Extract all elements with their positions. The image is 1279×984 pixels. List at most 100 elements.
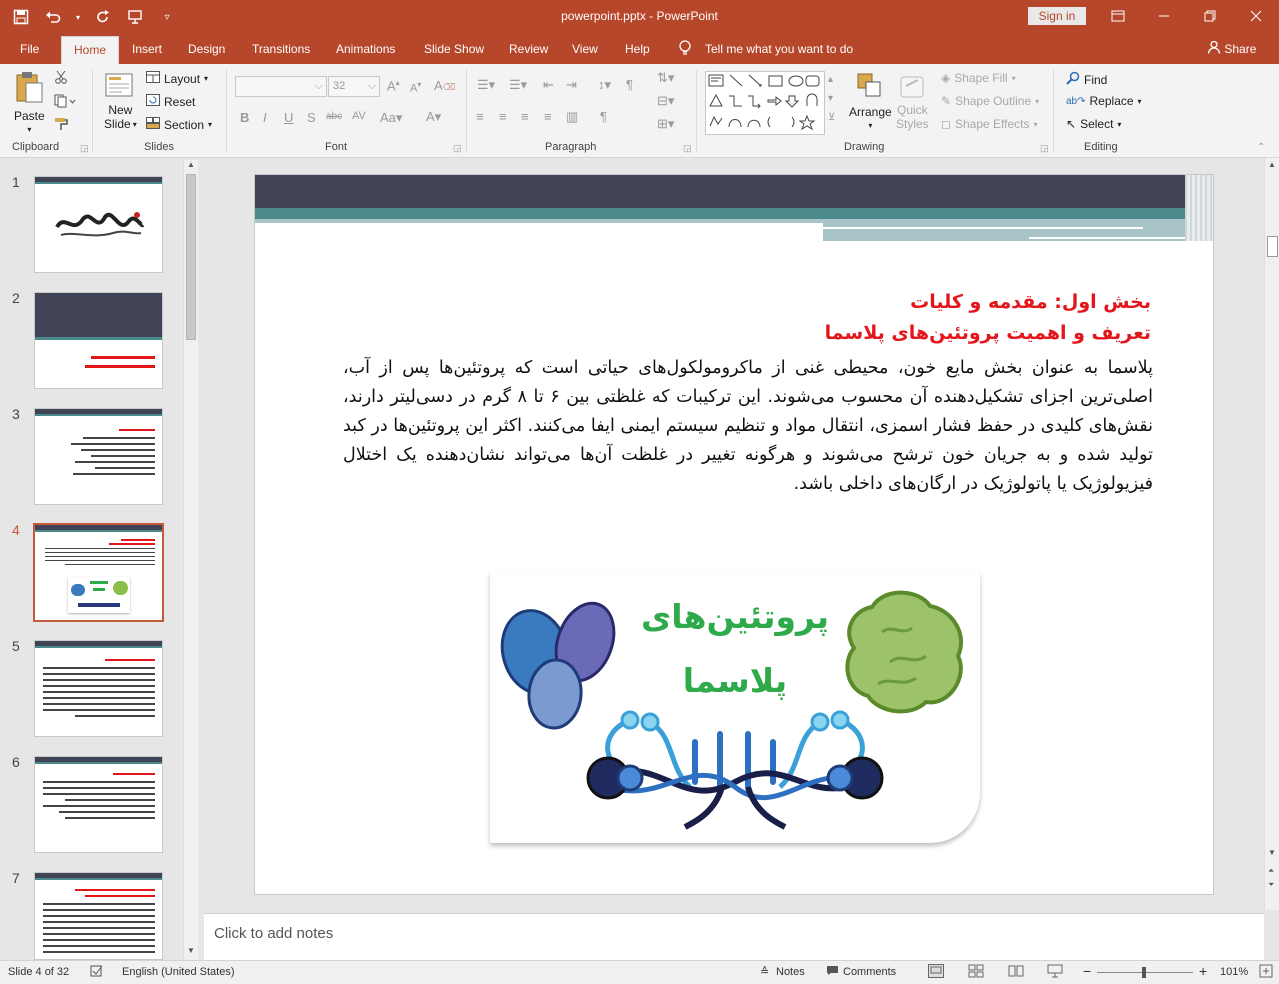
justify-icon[interactable]: ≡ — [544, 109, 552, 124]
clipboard-launcher-icon[interactable]: ◲ — [80, 143, 89, 154]
shape-effects-button[interactable]: ◻ Shape Effects ▾ — [941, 117, 1037, 131]
slide-thumbnail-6[interactable] — [34, 756, 163, 853]
ribbon-display-options-icon[interactable] — [1095, 0, 1141, 32]
increase-indent-icon[interactable]: ⇥ — [566, 77, 577, 93]
font-size-combo[interactable]: 32 ⌵ — [328, 76, 380, 97]
scroll-up-icon[interactable]: ▲ — [187, 160, 195, 169]
thumbnail-scrollbar[interactable]: ▲ ▼ — [183, 160, 198, 960]
tab-help[interactable]: Help — [625, 34, 650, 64]
drawing-launcher-icon[interactable]: ◲ — [1040, 143, 1049, 154]
current-slide[interactable]: بخش اول: مقدمه و کلیات تعریف و اهمیت پرو… — [254, 174, 1214, 895]
tab-file[interactable]: File — [20, 34, 39, 64]
tell-me-search[interactable]: Tell me what you want to do — [705, 34, 853, 64]
rtl-icon[interactable]: ¶ — [626, 77, 633, 92]
bullets-icon[interactable]: ☰▾ — [477, 77, 495, 93]
clear-formatting-icon[interactable]: A⌫ — [434, 78, 455, 93]
smartart-icon[interactable]: ⊞▾ — [657, 116, 674, 132]
gallery-down-icon[interactable]: ▾ — [828, 93, 833, 104]
font-launcher-icon[interactable]: ◲ — [453, 143, 462, 154]
notes-placeholder[interactable]: Click to add notes — [214, 925, 333, 942]
copy-icon[interactable] — [54, 94, 76, 108]
tab-animations[interactable]: Animations — [336, 34, 395, 64]
slide-sorter-icon[interactable] — [968, 964, 984, 981]
tab-slide-show[interactable]: Slide Show — [424, 34, 484, 64]
restore-icon[interactable] — [1187, 0, 1233, 32]
zoom-out-icon[interactable]: − — [1083, 963, 1091, 979]
tab-design[interactable]: Design — [188, 34, 225, 64]
close-icon[interactable] — [1233, 0, 1279, 32]
tab-review[interactable]: Review — [509, 34, 548, 64]
strikethrough-icon[interactable]: abc — [326, 111, 342, 122]
columns-icon[interactable]: ▥ — [566, 109, 578, 125]
text-direction-icon[interactable]: ¶ — [600, 109, 607, 124]
decrease-font-icon[interactable]: A▾ — [410, 80, 421, 95]
tab-home[interactable]: Home — [61, 36, 120, 64]
notes-pane[interactable]: Click to add notes — [204, 913, 1264, 960]
zoom-slider-thumb[interactable] — [1142, 967, 1146, 978]
previous-slide-icon[interactable]: ⏶ — [1268, 866, 1274, 876]
quick-styles-button[interactable]: Quick Styles — [896, 72, 929, 131]
shapes-gallery[interactable] — [705, 71, 825, 135]
collapse-ribbon-icon[interactable]: ⌃ — [1257, 142, 1265, 153]
language-indicator[interactable]: English (United States) — [122, 966, 235, 978]
slide-scrollbar[interactable]: ▲ ▼ ⏶ ⏷ — [1264, 158, 1279, 910]
notes-button[interactable]: Notes — [776, 966, 805, 978]
select-button[interactable]: ↖ Select ▾ — [1066, 117, 1121, 131]
align-center-icon[interactable]: ≡ — [499, 109, 507, 124]
slide-thumbnail-4[interactable] — [33, 523, 164, 622]
slide-thumbnail-3[interactable] — [34, 408, 163, 505]
spelling-icon[interactable] — [90, 964, 104, 981]
tab-transitions[interactable]: Transitions — [252, 34, 310, 64]
fit-slide-icon[interactable] — [1259, 964, 1273, 981]
slide-body-text[interactable]: پلاسما به عنوان بخش مایع خون، محیطی غنی … — [343, 354, 1153, 499]
layout-button[interactable]: Layout ▾ — [146, 71, 208, 86]
slide-heading[interactable]: بخش اول: مقدمه و کلیات — [910, 291, 1151, 313]
plasma-proteins-image[interactable]: پروتئین‌های پلاسما — [490, 572, 980, 843]
sign-in-button[interactable]: Sign in — [1028, 7, 1086, 25]
section-button[interactable]: Section ▾ — [146, 117, 212, 132]
gallery-up-icon[interactable]: ▴ — [828, 74, 833, 85]
arrange-button[interactable]: Arrange ▾ — [849, 72, 892, 130]
reset-button[interactable]: Reset — [146, 94, 195, 109]
minimize-icon[interactable] — [1141, 0, 1187, 32]
underline-icon[interactable]: U — [284, 110, 293, 125]
italic-icon[interactable]: I — [263, 110, 267, 125]
change-case-icon[interactable]: Aa▾ — [380, 110, 402, 126]
zoom-level[interactable]: 101% — [1220, 966, 1248, 978]
increase-font-icon[interactable]: A▴ — [387, 78, 400, 93]
find-button[interactable]: Find — [1066, 71, 1107, 88]
tab-insert[interactable]: Insert — [132, 34, 162, 64]
slide-thumbnail-2[interactable] — [34, 292, 163, 389]
text-direction-menu-icon[interactable]: ⇅▾ — [657, 70, 674, 86]
line-spacing-icon[interactable]: ↕▾ — [598, 77, 611, 93]
numbering-icon[interactable]: ☰▾ — [509, 77, 527, 93]
scroll-thumb[interactable] — [186, 174, 196, 340]
cut-icon[interactable] — [54, 70, 68, 84]
comments-button[interactable]: Comments — [843, 966, 896, 978]
normal-view-icon[interactable] — [928, 964, 944, 981]
decrease-indent-icon[interactable]: ⇤ — [543, 77, 554, 93]
shape-fill-button[interactable]: ◈ Shape Fill ▾ — [941, 71, 1016, 85]
slide-thumbnail-5[interactable] — [34, 640, 163, 737]
replace-button[interactable]: ab↷ Replace ▾ — [1066, 94, 1142, 108]
new-slide-button[interactable]: New Slide ▾ — [104, 70, 137, 131]
align-text-icon[interactable]: ⊟▾ — [657, 93, 674, 109]
reading-view-icon[interactable] — [1008, 964, 1024, 981]
share-button[interactable]: Share — [1207, 34, 1256, 64]
character-spacing-icon[interactable]: AV — [352, 110, 366, 122]
bold-icon[interactable]: B — [240, 110, 249, 125]
font-color-icon[interactable]: A▾ — [426, 109, 441, 125]
gallery-more-icon[interactable]: ⊻ — [828, 112, 835, 123]
font-name-combo[interactable]: ⌵ — [235, 76, 327, 97]
shadow-icon[interactable]: S — [307, 110, 316, 125]
scroll-up-icon[interactable]: ▲ — [1268, 160, 1276, 169]
format-painter-icon[interactable] — [54, 117, 68, 131]
paragraph-launcher-icon[interactable]: ◲ — [683, 143, 692, 154]
scroll-down-icon[interactable]: ▼ — [187, 946, 195, 955]
paste-button[interactable]: Paste ▾ — [14, 70, 45, 134]
tab-view[interactable]: View — [572, 34, 598, 64]
align-right-icon[interactable]: ≡ — [521, 109, 529, 124]
slideshow-view-icon[interactable] — [1047, 964, 1063, 981]
scroll-thumb[interactable] — [1267, 236, 1278, 257]
align-left-icon[interactable]: ≡ — [476, 109, 484, 124]
